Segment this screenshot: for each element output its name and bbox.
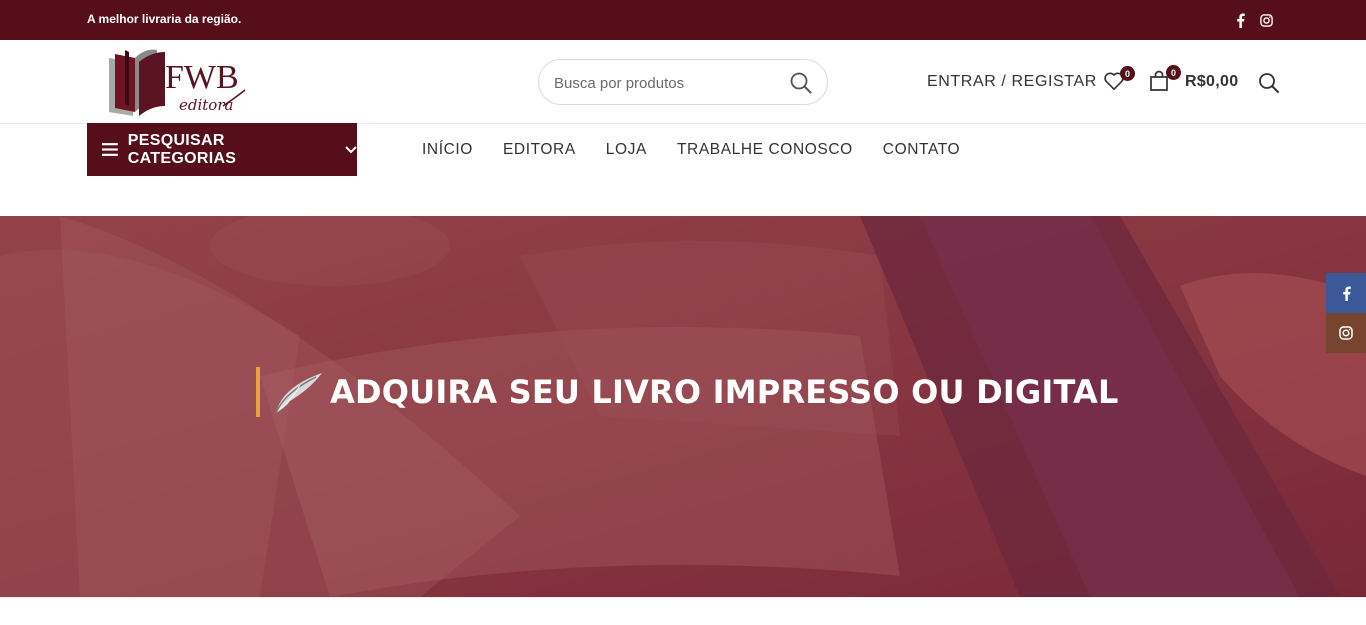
tagline: A melhor livraria da região. xyxy=(87,12,242,26)
site-logo[interactable]: FWB editora xyxy=(105,46,250,118)
accent-bar xyxy=(256,367,260,417)
categories-button[interactable]: PESQUISAR CATEGORIAS xyxy=(87,123,357,176)
hamburger-icon xyxy=(102,143,118,156)
hero-heading: ADQUIRA SEU LIVRO IMPRESSO OU DIGITAL xyxy=(256,367,1119,417)
wishlist-button[interactable]: 0 xyxy=(1103,66,1135,95)
side-facebook-button[interactable] xyxy=(1326,273,1366,313)
hero-title: ADQUIRA SEU LIVRO IMPRESSO OU DIGITAL xyxy=(330,373,1119,411)
main-menu: INÍCIO EDITORA LOJA TRABALHE CONOSCO CON… xyxy=(422,141,990,159)
instagram-icon xyxy=(1339,326,1353,340)
search-input[interactable] xyxy=(554,72,774,94)
categories-label: PESQUISAR CATEGORIAS xyxy=(127,131,237,167)
cart-count-badge: 0 xyxy=(1166,65,1181,80)
quill-icon xyxy=(275,373,322,414)
facebook-icon xyxy=(1342,285,1351,301)
facebook-icon[interactable] xyxy=(1232,11,1248,29)
menu-item-trabalhe-conosco[interactable]: TRABALHE CONOSCO xyxy=(677,141,853,159)
search-icon[interactable] xyxy=(1258,72,1280,94)
search-icon[interactable] xyxy=(789,71,813,95)
instagram-icon[interactable] xyxy=(1258,11,1274,29)
menu-item-editora[interactable]: EDITORA xyxy=(503,141,576,159)
chevron-down-icon xyxy=(345,145,357,154)
logo-text: FWB xyxy=(165,59,239,96)
cart-button[interactable]: 0 xyxy=(1149,65,1181,96)
main-navigation: PESQUISAR CATEGORIAS INÍCIO EDITORA LOJA… xyxy=(0,123,1366,216)
wishlist-count-badge: 0 xyxy=(1120,66,1135,81)
product-search xyxy=(538,59,828,105)
menu-item-contato[interactable]: CONTATO xyxy=(883,141,960,159)
menu-item-inicio[interactable]: INÍCIO xyxy=(422,141,473,159)
menu-item-loja[interactable]: LOJA xyxy=(606,141,647,159)
content-start xyxy=(0,597,1366,625)
side-instagram-button[interactable] xyxy=(1326,313,1366,353)
topbar-social-links xyxy=(1232,11,1274,29)
login-register-link[interactable]: ENTRAR / REGISTAR xyxy=(927,73,1097,91)
site-header: FWB editora ENTRAR / REGISTAR 0 0 R$0,00 xyxy=(0,40,1366,124)
cart-total[interactable]: R$0,00 xyxy=(1185,73,1238,91)
top-bar: A melhor livraria da região. xyxy=(0,0,1366,40)
hero-banner: ADQUIRA SEU LIVRO IMPRESSO OU DIGITAL xyxy=(0,216,1366,597)
